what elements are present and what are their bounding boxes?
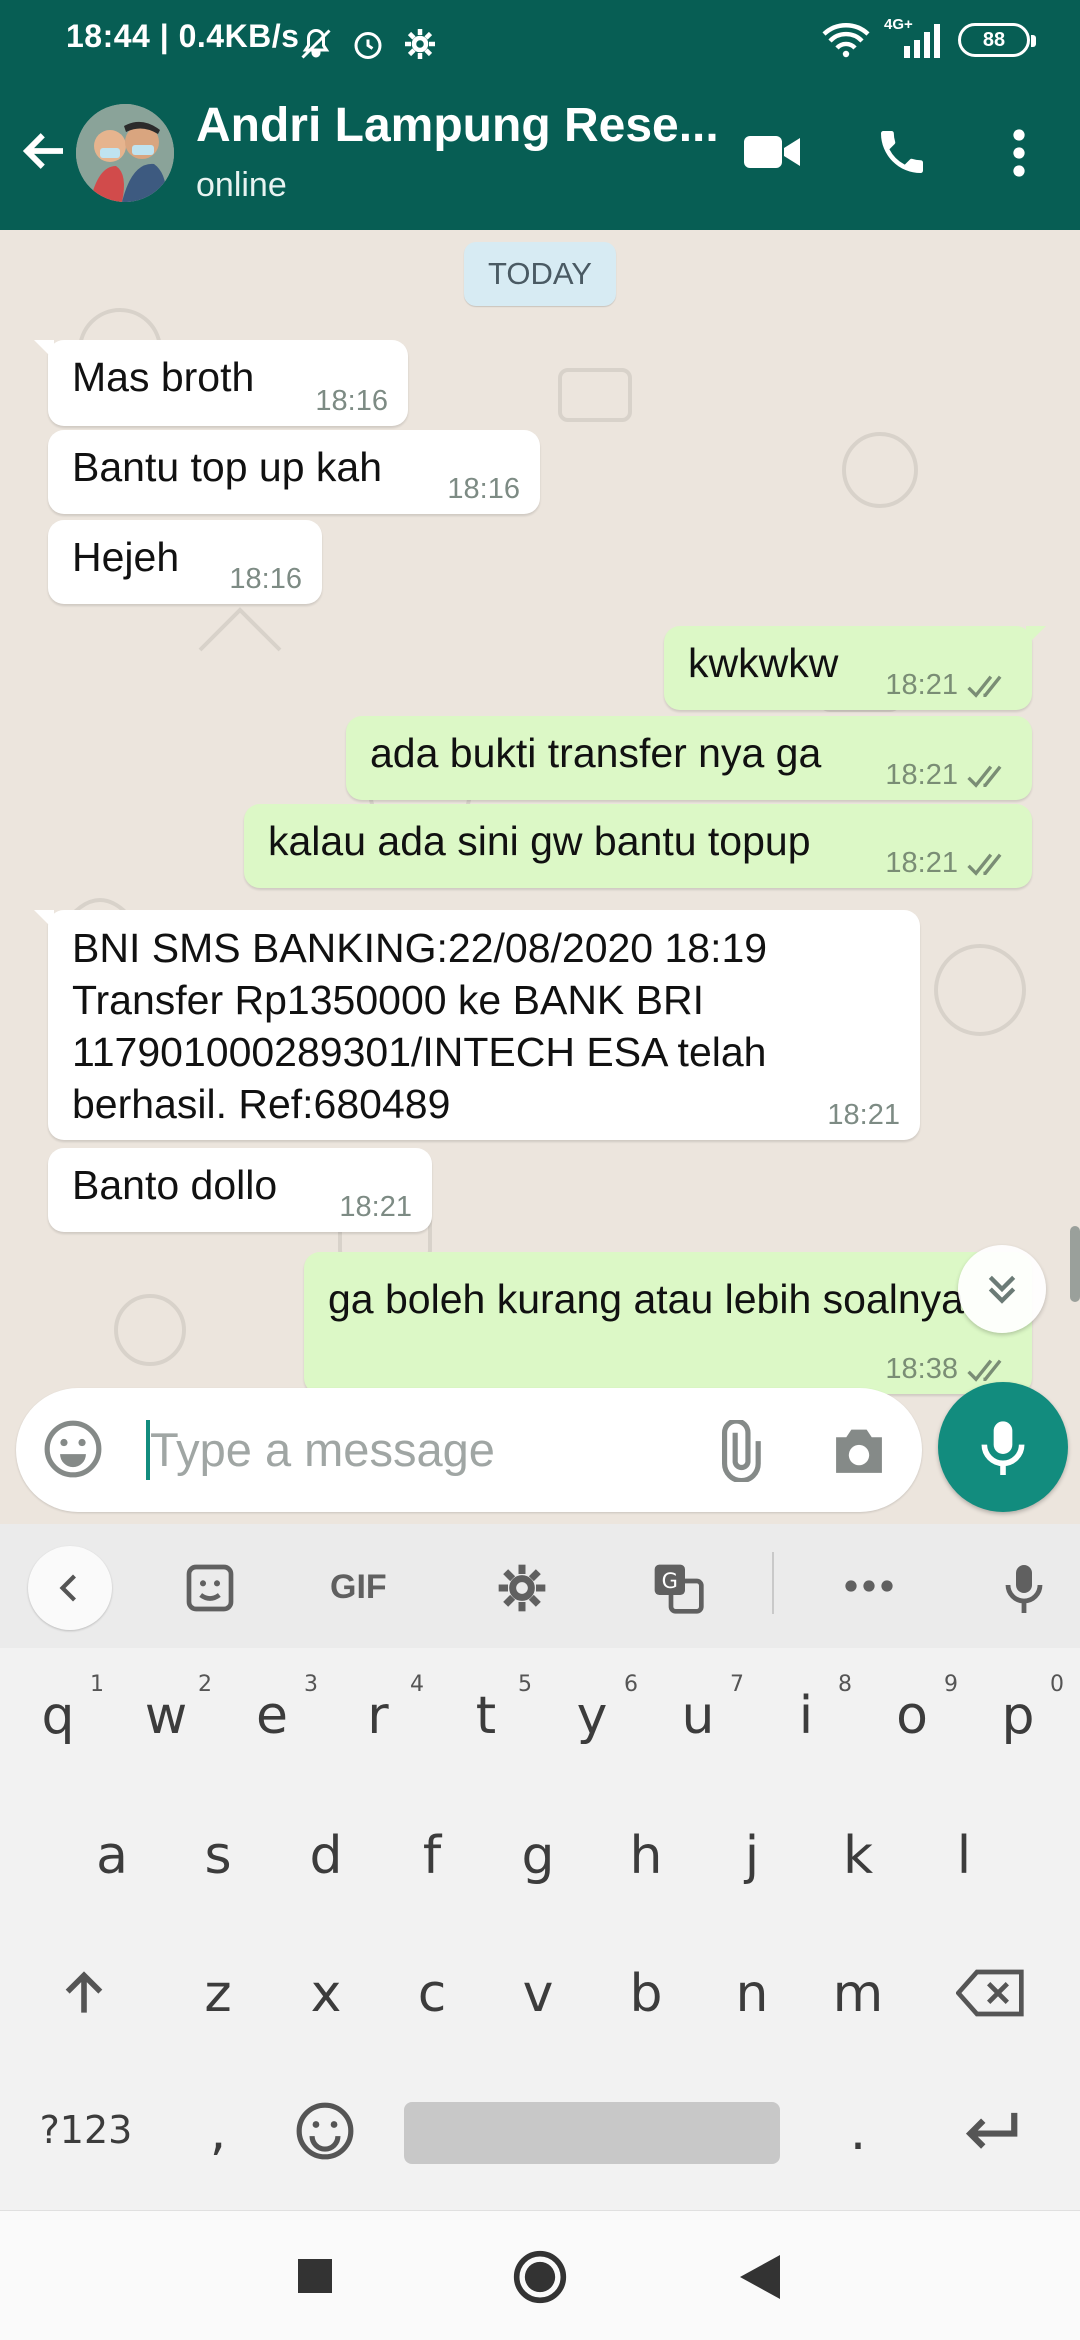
voice-call-icon[interactable] — [874, 124, 930, 180]
wifi-icon — [822, 23, 870, 58]
key-y[interactable]: y6 — [542, 1672, 642, 1746]
key-s[interactable]: s — [168, 1826, 268, 1886]
read-double-check-icon — [967, 765, 1002, 788]
back-triangle-icon[interactable] — [740, 2255, 780, 2299]
read-double-check-icon — [967, 675, 1002, 698]
attach-paperclip-icon[interactable] — [706, 1420, 768, 1482]
bell-muted-icon — [301, 28, 331, 59]
outgoing-message[interactable]: kwkwkw 18:21 — [664, 626, 1046, 710]
key-j[interactable]: j — [702, 1826, 802, 1886]
status-time-speed: 18:44 | 0.4KB/s — [66, 18, 300, 54]
chat-scrollbar[interactable] — [1070, 1226, 1080, 1302]
key-n[interactable]: n — [702, 1964, 802, 2024]
keyboard-toolbar: GIF G — [0, 1524, 1080, 1648]
key-r[interactable]: r4 — [328, 1672, 428, 1746]
key-i[interactable]: i8 — [756, 1672, 856, 1746]
space-bar[interactable] — [404, 2102, 780, 2164]
chat-area[interactable]: TODAY Mas broth 18:16 Bantu top up kah 1… — [0, 230, 1080, 1524]
incoming-message[interactable]: Banto dollo 18:21 — [48, 1148, 432, 1232]
settings-gear-icon — [405, 29, 435, 59]
contact-status: online — [196, 166, 287, 204]
alarm-icon — [354, 32, 382, 59]
key-comma[interactable]: , — [168, 2102, 268, 2162]
symbols-key[interactable]: ?123 — [26, 2108, 146, 2152]
contact-avatar[interactable] — [76, 104, 174, 202]
scroll-to-bottom-button[interactable] — [958, 1245, 1046, 1333]
message-time: 18:16 — [447, 473, 520, 505]
key-period[interactable]: . — [808, 2102, 908, 2162]
key-p[interactable]: p0 — [968, 1672, 1068, 1746]
emoji-icon[interactable] — [42, 1418, 104, 1480]
contact-name[interactable]: Andri Lampung Rese... — [196, 98, 719, 153]
key-h[interactable]: h — [596, 1826, 696, 1886]
incoming-message[interactable]: Hejeh 18:16 — [48, 520, 322, 604]
message-time: 18:21 — [885, 847, 958, 879]
toolbar-collapse-button[interactable] — [28, 1546, 112, 1630]
battery-indicator: 88 — [958, 23, 1036, 57]
microphone-icon — [981, 1421, 1025, 1475]
back-arrow-icon[interactable] — [18, 124, 72, 178]
recents-square-icon[interactable] — [298, 2259, 332, 2293]
key-w[interactable]: w2 — [116, 1672, 216, 1746]
outgoing-message[interactable]: ga boleh kurang atau lebih soalnya 18:38 — [304, 1252, 1032, 1394]
key-d[interactable]: d — [276, 1826, 376, 1886]
key-a[interactable]: a — [62, 1826, 162, 1886]
status-bar: 18:44 | 0.4KB/s 4G+ 88 — [0, 0, 1080, 76]
more-options-icon[interactable] — [1004, 126, 1034, 180]
enter-return-icon[interactable] — [960, 2104, 1022, 2158]
key-o[interactable]: o9 — [862, 1672, 962, 1746]
message-time: 18:38 — [885, 1353, 958, 1385]
message-composer[interactable]: Type a message — [16, 1388, 922, 1512]
key-l[interactable]: l — [914, 1826, 1014, 1886]
double-chevron-down-icon — [988, 1275, 1016, 1304]
key-x[interactable]: x — [276, 1964, 376, 2024]
date-divider: TODAY — [464, 242, 616, 306]
key-z[interactable]: z — [168, 1964, 268, 2024]
message-time: 18:21 — [339, 1191, 412, 1223]
read-double-check-icon — [967, 853, 1002, 876]
chevron-left-icon — [59, 1574, 76, 1602]
incoming-message[interactable]: Bantu top up kah 18:16 — [48, 430, 540, 514]
key-k[interactable]: k — [808, 1826, 908, 1886]
system-navigation-bar — [0, 2210, 1080, 2340]
more-horizontal-icon[interactable] — [842, 1576, 896, 1596]
chat-header: Andri Lampung Rese... online — [0, 76, 1080, 230]
key-t[interactable]: t5 — [436, 1672, 536, 1746]
home-circle-icon[interactable] — [512, 2249, 568, 2305]
key-q[interactable]: q1 — [8, 1672, 108, 1746]
svg-text:G: G — [662, 1569, 678, 1593]
shift-icon[interactable] — [56, 1966, 112, 2022]
backspace-icon[interactable] — [956, 1966, 1026, 2020]
translate-icon[interactable]: G — [650, 1560, 706, 1616]
key-u[interactable]: u7 — [648, 1672, 748, 1746]
message-time: 18:16 — [315, 385, 388, 417]
outgoing-message[interactable]: kalau ada sini gw bantu topup 18:21 — [244, 804, 1032, 888]
cell-signal-icon: 4G+ — [884, 16, 944, 58]
emoji-keyboard-icon[interactable] — [294, 2100, 356, 2162]
key-m[interactable]: m — [808, 1964, 908, 2024]
key-b[interactable]: b — [596, 1964, 696, 2024]
read-double-check-icon — [967, 1359, 1002, 1382]
sticker-icon[interactable] — [182, 1560, 238, 1616]
voice-message-button[interactable] — [938, 1382, 1068, 1512]
gif-button[interactable]: GIF — [330, 1568, 387, 1607]
message-time: 18:21 — [827, 1099, 900, 1131]
outgoing-message[interactable]: ada bukti transfer nya ga 18:21 — [346, 716, 1032, 800]
voice-input-microphone-icon[interactable] — [1000, 1560, 1048, 1618]
message-input[interactable]: Type a message — [150, 1422, 495, 1477]
message-time: 18:21 — [885, 669, 958, 701]
key-e[interactable]: e3 — [222, 1672, 322, 1746]
key-g[interactable]: g — [488, 1826, 588, 1886]
message-time: 18:21 — [885, 759, 958, 791]
message-time: 18:16 — [229, 563, 302, 595]
key-f[interactable]: f — [382, 1826, 482, 1886]
key-v[interactable]: v — [488, 1964, 588, 2024]
camera-icon[interactable] — [828, 1422, 890, 1478]
keyboard-settings-gear-icon[interactable] — [494, 1560, 550, 1616]
incoming-message[interactable]: Mas broth 18:16 — [34, 340, 408, 426]
key-c[interactable]: c — [382, 1964, 482, 2024]
video-call-icon[interactable] — [742, 132, 802, 172]
toolbar-divider — [772, 1552, 774, 1614]
incoming-message[interactable]: BNI SMS BANKING:22/08/2020 18:19 Transfe… — [34, 910, 920, 1140]
